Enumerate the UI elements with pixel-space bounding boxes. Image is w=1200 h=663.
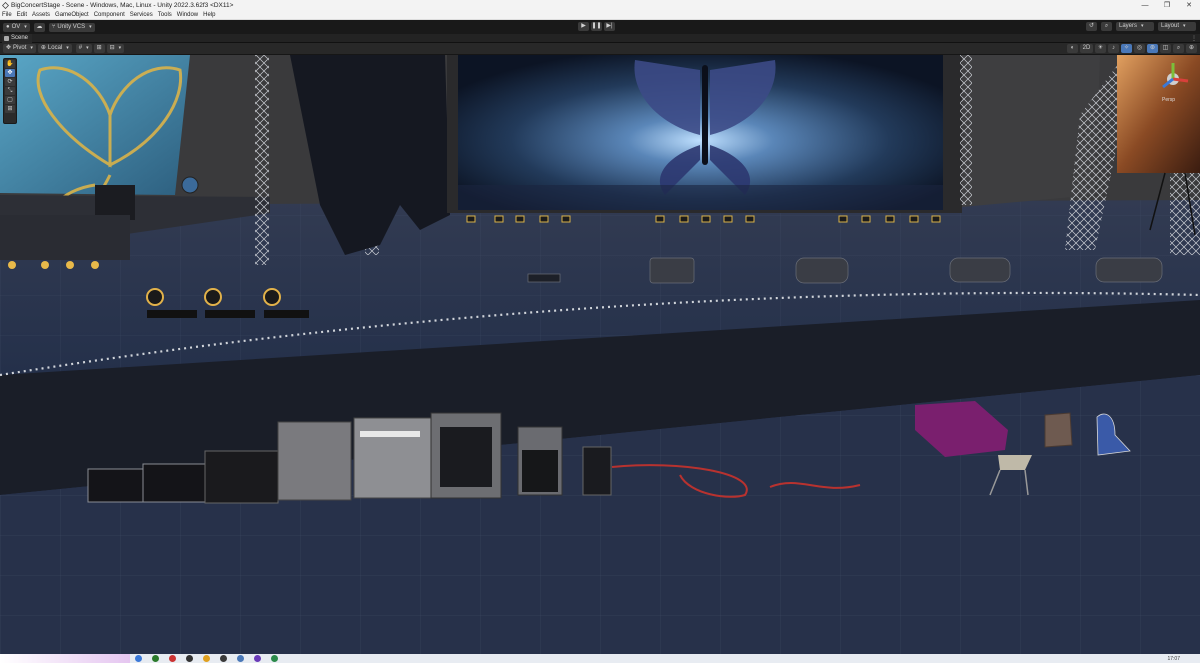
main-toolbar: ● OV ☁ ⑂ Unity VCS ▶ ❚❚ ▶| ↺ ⌕ Layers La… <box>0 20 1200 34</box>
rect-tool-icon[interactable]: ▢ <box>5 96 15 104</box>
menu-window[interactable]: Window <box>177 12 198 18</box>
taskbar-app-3-icon[interactable] <box>169 655 176 662</box>
pivot-icon: ✥ <box>6 45 12 51</box>
speaker-stack[interactable] <box>95 185 135 220</box>
gizmos-icon[interactable]: ⊛ <box>1147 44 1158 53</box>
tab-scene[interactable]: Scene <box>2 34 33 43</box>
tab-menu-icon[interactable]: ⋮ <box>1191 35 1197 42</box>
grid-snapping-dropdown[interactable]: # <box>75 44 92 53</box>
step-icon[interactable]: ▶| <box>604 22 615 31</box>
snap-increment-icon[interactable]: ⊞ <box>93 44 105 53</box>
pivot-label: Pivot <box>13 45 27 51</box>
move-tool-icon[interactable]: ✥ <box>5 69 15 77</box>
taskbar-app-4-icon[interactable] <box>186 655 193 662</box>
taskbar-app-2-icon[interactable] <box>152 655 159 662</box>
branch-icon: ⑂ <box>51 23 56 30</box>
taskbar-app-1-icon[interactable] <box>135 655 142 662</box>
search-icon[interactable]: ⌕ <box>1101 22 1112 31</box>
view-tool-hand-icon[interactable]: ✋ <box>5 60 15 68</box>
space-label: Local <box>47 45 63 51</box>
menu-tools[interactable]: Tools <box>158 12 172 18</box>
grid-icon: # <box>78 45 83 51</box>
playmode-controls: ▶ ❚❚ ▶| <box>578 22 615 31</box>
space-icon: ⊕ <box>40 45 46 51</box>
menu-services[interactable]: Services <box>130 12 153 18</box>
hidden-objects-icon[interactable]: ◎ <box>1134 44 1145 53</box>
window-title-bar: BigConcertStage - Scene - Windows, Mac, … <box>0 0 1200 11</box>
scene-view-toolbar: ✥ Pivot ⊕ Local # ⊞ ⊟ ◐ 2D ☀ ♪ ✧ ◎ ⊛ ◫ ⌕… <box>0 43 1200 55</box>
close-button[interactable]: ✕ <box>1178 0 1200 11</box>
maximize-button[interactable]: ❐ <box>1156 0 1178 11</box>
menu-component[interactable]: Component <box>94 12 125 18</box>
scene-search-icon[interactable]: ⌕ <box>1173 44 1184 53</box>
more-icon[interactable]: ⊕ <box>1186 44 1197 53</box>
scene-viewport[interactable]: Persp <box>0 55 1200 654</box>
unity-logo-icon <box>2 2 9 9</box>
drum-kit[interactable] <box>181 176 199 194</box>
menu-edit[interactable]: Edit <box>17 12 27 18</box>
menu-assets[interactable]: Assets <box>32 12 50 18</box>
scene-tools-overlay: ✋ ✥ ⟳ ⤡ ▢ ⊞ <box>3 58 17 124</box>
lighting-icon[interactable]: ☀ <box>1095 44 1106 53</box>
space-dropdown[interactable]: ⊕ Local <box>37 44 72 53</box>
menu-bar: File Edit Assets GameObject Component Se… <box>0 11 1200 20</box>
scene-orientation-gizmo[interactable]: Persp <box>1148 57 1198 107</box>
cloud-icon[interactable]: ☁ <box>33 22 45 32</box>
taskbar-app-7-icon[interactable] <box>254 655 261 662</box>
taskbar-app-5-icon[interactable] <box>203 655 210 662</box>
account-icon: ● <box>6 23 10 30</box>
transform-tool-icon[interactable]: ⊞ <box>5 105 15 113</box>
taskbar-unity-icon[interactable] <box>220 655 227 662</box>
draw-mode-icon[interactable]: ◐ <box>1067 44 1078 53</box>
window-title: BigConcertStage - Scene - Windows, Mac, … <box>11 2 234 9</box>
scene-render[interactable] <box>0 55 1200 654</box>
play-icon[interactable]: ▶ <box>578 22 589 31</box>
account-dropdown[interactable]: ● OV <box>3 22 30 32</box>
tab-scene-label: Scene <box>11 35 29 41</box>
layers-label: Layers <box>1119 23 1138 29</box>
version-control-label: Unity VCS <box>57 23 86 30</box>
toggle-2d-button[interactable]: 2D <box>1080 44 1093 53</box>
window-controls: — ❐ ✕ <box>1134 0 1200 11</box>
toggle-2d-label: 2D <box>1082 45 1091 51</box>
truss-left-1[interactable] <box>255 55 269 265</box>
menu-help[interactable]: Help <box>203 12 215 18</box>
layout-label: Layout <box>1161 23 1180 29</box>
layers-dropdown[interactable]: Layers <box>1116 22 1154 31</box>
scene-tab-strip: Scene ⋮ <box>0 34 1200 43</box>
layout-dropdown[interactable]: Layout <box>1158 22 1196 31</box>
audio-icon[interactable]: ♪ <box>1108 44 1119 53</box>
version-control-dropdown[interactable]: ⑂ Unity VCS <box>48 22 95 32</box>
snap-settings-icon: ⊟ <box>109 45 115 51</box>
snap-settings-dropdown[interactable]: ⊟ <box>106 44 125 53</box>
taskbar: 17:07 <box>0 654 1200 663</box>
pivot-dropdown[interactable]: ✥ Pivot <box>3 44 36 53</box>
menu-gameobject[interactable]: GameObject <box>55 12 89 18</box>
camera-settings-icon[interactable]: ◫ <box>1160 44 1171 53</box>
menu-file[interactable]: File <box>2 12 12 18</box>
gizmo-label: Persp <box>1162 97 1176 103</box>
effects-icon[interactable]: ✧ <box>1121 44 1132 53</box>
taskbar-search-widget[interactable] <box>0 654 130 663</box>
account-label: OV <box>11 23 21 30</box>
taskbar-app-6-icon[interactable] <box>237 655 244 662</box>
history-icon[interactable]: ↺ <box>1086 22 1097 31</box>
minimize-button[interactable]: — <box>1134 0 1156 11</box>
taskbar-clock: 17:07 <box>1167 655 1180 662</box>
pause-icon[interactable]: ❚❚ <box>591 22 602 31</box>
rotate-tool-icon[interactable]: ⟳ <box>5 78 15 86</box>
taskbar-app-8-icon[interactable] <box>271 655 278 662</box>
scale-tool-icon[interactable]: ⤡ <box>5 87 15 95</box>
truss-right-1[interactable] <box>960 55 972 205</box>
